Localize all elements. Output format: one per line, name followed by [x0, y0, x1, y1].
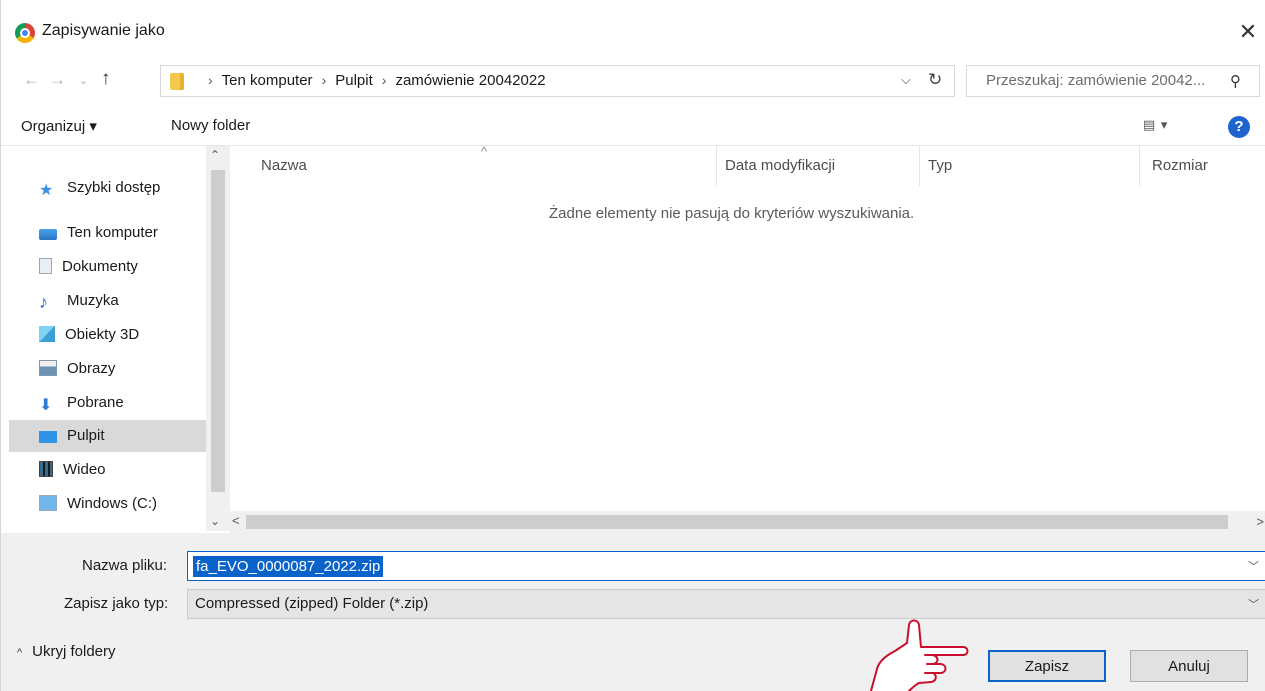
downloads-icon: ⬇: [39, 397, 53, 414]
filename-field[interactable]: fa_EVO_0000087_2022.zip ﹀: [187, 551, 1265, 581]
sidebar-item-quick-access[interactable]: ★ Szybki dostęp: [39, 172, 209, 204]
computer-icon: [39, 229, 57, 240]
sidebar-item-windows-drive[interactable]: Windows (C:): [39, 488, 209, 520]
sidebar-item-3d-objects[interactable]: Obiekty 3D: [39, 319, 209, 351]
scroll-up-icon[interactable]: ⌃: [210, 148, 220, 162]
folder-icon: [170, 73, 184, 90]
help-icon[interactable]: ?: [1228, 116, 1250, 138]
scroll-right-icon[interactable]: >: [1256, 514, 1264, 529]
title-bar: Zapisywanie jako ✕: [1, 0, 1265, 64]
chevron-down-icon[interactable]: ﹀: [1248, 596, 1259, 612]
view-options-icon[interactable]: ▤ ▾: [1143, 117, 1168, 133]
sidebar-item-pictures[interactable]: Obrazy: [39, 353, 209, 385]
filename-input[interactable]: fa_EVO_0000087_2022.zip: [193, 556, 384, 577]
sidebar-item-music[interactable]: ♪ Muzyka: [39, 285, 209, 317]
sidebar-item-label: Windows (C:): [67, 495, 158, 512]
pictures-icon: [39, 360, 57, 376]
save-form-panel: Nazwa pliku: fa_EVO_0000087_2022.zip ﹀ Z…: [1, 533, 1265, 691]
address-bar[interactable]: › Ten komputer › Pulpit › zamówienie 20042022…: [160, 65, 955, 97]
sidebar-item-label: Pobrane: [67, 394, 124, 411]
sidebar-item-label: Wideo: [63, 461, 106, 478]
column-divider[interactable]: [716, 146, 717, 186]
scrollbar-thumb[interactable]: [246, 515, 1228, 529]
chevron-up-icon: ^: [17, 647, 23, 659]
scrollbar-thumb[interactable]: [211, 170, 225, 492]
forward-icon[interactable]: →: [49, 70, 66, 90]
sidebar-item-label: Szybki dostęp: [67, 179, 161, 196]
sidebar-item-videos[interactable]: Wideo: [39, 454, 209, 486]
sidebar-item-label: Obrazy: [67, 360, 116, 377]
filetype-value: Compressed (zipped) Folder (*.zip): [195, 595, 429, 612]
star-icon: ★: [39, 182, 54, 199]
drive-icon: [39, 495, 57, 511]
column-header-size[interactable]: Rozmiar: [1152, 157, 1208, 174]
breadcrumb-separator[interactable]: ›: [322, 72, 327, 88]
chrome-icon: [15, 23, 35, 43]
address-dropdown-icon[interactable]: ⌵: [901, 72, 911, 88]
filetype-select[interactable]: Compressed (zipped) Folder (*.zip) ﹀: [187, 589, 1265, 619]
column-divider[interactable]: [1139, 146, 1140, 186]
navigation-scrollbar[interactable]: ⌃ ⌄: [206, 146, 230, 531]
address-row: ← → ⌄ ↑ › Ten komputer › Pulpit › zamówienie …: [1, 62, 1265, 102]
save-button[interactable]: Zapisz: [988, 650, 1106, 682]
up-icon[interactable]: ↑: [101, 68, 111, 90]
organize-button[interactable]: Organizuj ▾: [21, 117, 97, 135]
back-icon[interactable]: ←: [23, 70, 40, 90]
chevron-down-icon[interactable]: ﹀: [1248, 558, 1259, 574]
column-header-date[interactable]: Data modyfikacji: [725, 157, 835, 174]
save-as-dialog: Zapisywanie jako ✕ ← → ⌄ ↑ › Ten komputer…: [0, 0, 1265, 691]
file-list-scrollbar[interactable]: < >: [230, 511, 1265, 533]
scroll-left-icon[interactable]: <: [232, 513, 240, 528]
scroll-down-icon[interactable]: ⌄: [210, 514, 220, 528]
objects-3d-icon: [39, 326, 55, 342]
breadcrumb: › Ten komputer › Pulpit › zamówienie 20042022: [199, 72, 546, 89]
recent-locations-icon[interactable]: ⌄: [79, 74, 88, 87]
breadcrumb-separator: ›: [208, 72, 213, 88]
search-box[interactable]: Przeszukaj: zamówienie 20042... ⚲: [966, 65, 1260, 97]
breadcrumb-item-folder[interactable]: zamówienie 20042022: [395, 72, 545, 89]
sort-ascending-icon: ^: [481, 144, 488, 159]
search-input[interactable]: Przeszukaj: zamówienie 20042...: [986, 72, 1205, 89]
cancel-button[interactable]: Anuluj: [1130, 650, 1248, 682]
sidebar-item-label: Ten komputer: [67, 224, 158, 241]
file-list-header: ^ Nazwa Data modyfikacji Typ Rozmiar: [231, 144, 1265, 186]
column-header-type[interactable]: Typ: [928, 157, 952, 174]
window-title: Zapisywanie jako: [42, 22, 165, 39]
column-divider[interactable]: [919, 146, 920, 186]
breadcrumb-item-desktop[interactable]: Pulpit: [335, 72, 373, 89]
toolbar: Organizuj ▾ Nowy folder ▤ ▾ ?: [1, 106, 1265, 146]
refresh-icon[interactable]: ↻: [928, 70, 942, 90]
filename-label: Nazwa pliku:: [82, 557, 168, 574]
search-icon[interactable]: ⚲: [1230, 72, 1241, 90]
sidebar-item-label: Dokumenty: [62, 258, 138, 275]
breadcrumb-item-computer[interactable]: Ten komputer: [222, 72, 313, 89]
music-icon: ♪: [39, 292, 48, 312]
filetype-label: Zapisz jako typ:: [64, 595, 169, 612]
sidebar-item-label: Obiekty 3D: [65, 326, 140, 343]
breadcrumb-separator[interactable]: ›: [382, 72, 387, 88]
column-header-name[interactable]: Nazwa: [261, 157, 307, 174]
documents-icon: [39, 258, 52, 274]
sidebar-item-downloads[interactable]: ⬇ Pobrane: [39, 387, 209, 419]
video-icon: [39, 461, 53, 477]
sidebar-item-documents[interactable]: Dokumenty: [39, 251, 209, 283]
new-folder-button[interactable]: Nowy folder: [171, 117, 250, 134]
sidebar-item-this-pc[interactable]: Ten komputer: [39, 217, 209, 249]
close-button[interactable]: ✕: [1230, 14, 1265, 50]
sidebar-item-label: Muzyka: [67, 292, 119, 309]
navigation-pane: ★ Szybki dostęp Ten komputer Dokumenty ♪ M…: [1, 146, 231, 532]
hide-folders-toggle[interactable]: ^ Ukryj foldery: [17, 643, 116, 660]
pointing-hand-icon: [870, 619, 969, 691]
sidebar-item-label: Pulpit: [67, 427, 105, 444]
desktop-icon: [39, 431, 57, 443]
sidebar-item-desktop[interactable]: Pulpit: [9, 420, 207, 452]
empty-list-message: Żadne elementy nie pasują do kryteriów w…: [549, 205, 915, 222]
hide-folders-label: Ukryj foldery: [32, 643, 116, 660]
